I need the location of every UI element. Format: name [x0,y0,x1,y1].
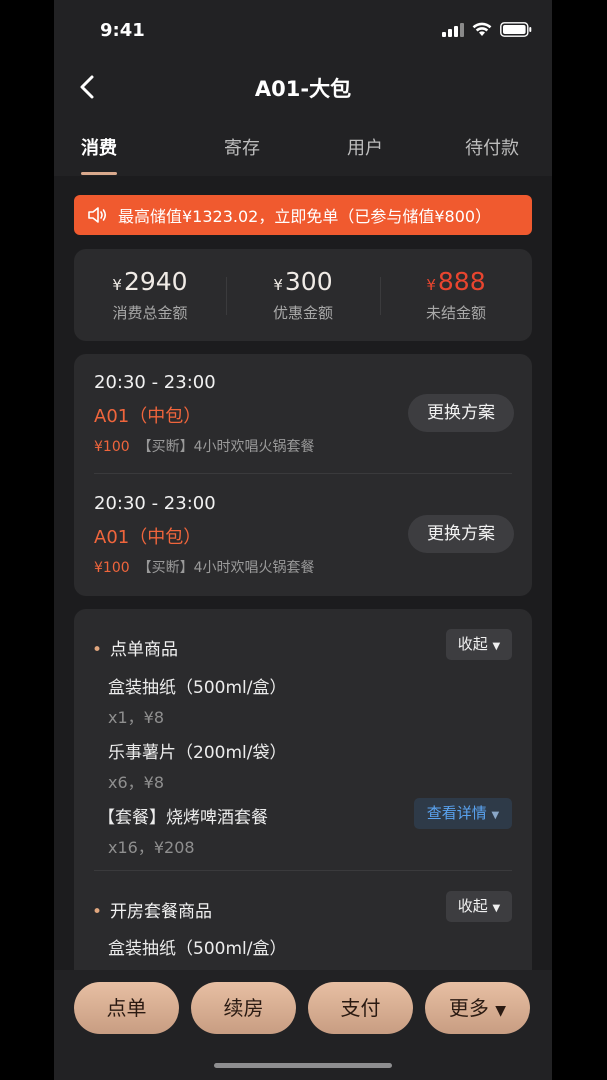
plans-card: 20:30 - 23:00 A01（中包） ¥100 【买断】4小时欢唱火锅套餐 … [74,354,532,596]
status-icons [442,22,532,37]
caret-down-icon: ▼ [495,1003,507,1019]
discount-amount: 300 [284,267,333,296]
package-item: 【套餐】烧烤啤酒套餐 x16，¥208 [98,803,268,858]
currency-symbol: ¥ [426,276,436,294]
order-item: 乐事薯片（200ml/袋） x6，¥8 [108,738,286,793]
plan-time: 20:30 - 23:00 [94,372,216,393]
home-indicator [214,1063,392,1068]
page-title: A01-大包 [254,77,352,101]
item-name: 【套餐】烧烤啤酒套餐 [98,808,268,828]
unsettled-amount: 888 [437,267,486,296]
change-plan-button[interactable]: 更换方案 [408,394,514,432]
tab-bar: 消费 寄存 用户 待付款 [54,134,552,175]
speaker-icon [88,207,107,223]
item-qty-price: x1，¥8 [108,708,165,727]
plan-price: ¥100 [94,439,130,455]
total-amount: 2940 [123,267,188,296]
item-qty-price: x16，¥208 [108,838,195,857]
bullet-dot-icon: • [92,902,103,922]
order-item: 盒装抽纸（500ml/盒） x1，¥8 [108,673,286,728]
plan-desc: 【买断】4小时欢唱火锅套餐 [137,560,315,576]
item-name: 乐事薯片（200ml/袋） [108,743,287,763]
stat-discount: ¥300 优惠金额 [227,267,379,323]
currency-symbol: ¥ [112,276,122,294]
caret-down-icon: ▼ [492,903,501,914]
pay-button[interactable]: 支付 [308,982,413,1034]
active-tab-indicator [81,172,117,175]
total-amount-label: 消费总金额 [112,304,188,322]
stat-total: ¥2940 消费总金额 [74,267,226,323]
signal-icon [442,22,464,37]
tab-storage[interactable]: 寄存 [197,134,287,160]
item-name: 盒装抽纸（500ml/盒） [108,939,287,959]
bullet-dot-icon: • [92,640,103,660]
plan-meta: ¥100 【买断】4小时欢唱火锅套餐 [94,557,514,577]
section-title-ordered-items: • 点单商品 [92,640,179,660]
phone-screen: 9:41 A01-大包 消费 寄存 用户 待付款 最高储值¥1323.02，立即… [54,0,552,1080]
divider [94,870,512,871]
change-plan-button[interactable]: 更换方案 [408,515,514,553]
plan-meta: ¥100 【买断】4小时欢唱火锅套餐 [94,436,514,456]
tab-users[interactable]: 用户 [320,134,410,160]
tab-pending-payment[interactable]: 待付款 [447,134,537,160]
plan-desc: 【买断】4小时欢唱火锅套餐 [137,439,315,455]
more-button[interactable]: 更多 ▼ [425,982,530,1034]
view-details-button[interactable]: 查看详情 ▼ [414,798,512,829]
status-time: 9:41 [100,20,145,41]
caret-down-icon: ▼ [491,810,500,821]
unsettled-amount-label: 未结金额 [425,304,486,322]
item-name: 盒装抽纸（500ml/盒） [108,678,287,698]
divider [94,473,512,474]
renew-room-button[interactable]: 续房 [191,982,296,1034]
item-qty-price: x6，¥8 [108,773,165,792]
section-title-room-package: • 开房套餐商品 [92,902,213,922]
wifi-icon [472,22,492,36]
tab-consumption[interactable]: 消费 [54,134,144,160]
order-button[interactable]: 点单 [74,982,179,1034]
battery-icon [500,22,532,37]
bottom-action-bar: 点单 续房 支付 更多 ▼ [54,970,552,1080]
collapse-button[interactable]: 收起 ▼ [446,629,512,660]
plan-price: ¥100 [94,560,130,576]
discount-amount-label: 优惠金额 [272,304,333,322]
promo-text: 最高储值¥1323.02，立即免单（已参与储值¥800） [118,207,492,226]
header: 9:41 A01-大包 消费 寄存 用户 待付款 [54,0,552,176]
summary-card: ¥2940 消费总金额 ¥300 优惠金额 ¥888 未结金额 [74,249,532,341]
caret-down-icon: ▼ [492,641,501,652]
promo-banner[interactable]: 最高储值¥1323.02，立即免单（已参与储值¥800） [74,195,532,235]
collapse-button[interactable]: 收起 ▼ [446,891,512,922]
stat-unsettled: ¥888 未结金额 [380,267,532,323]
plan-time: 20:30 - 23:00 [94,493,216,514]
currency-symbol: ¥ [273,276,283,294]
